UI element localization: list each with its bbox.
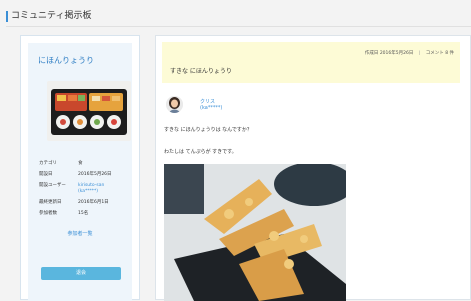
post-header: 作成日 2016年5月26日 | コメント 8 件 すきな にほんりょうり (162, 42, 460, 83)
info-label: 開設ユーザー (39, 183, 66, 188)
post-body-line: すきな にほんりょうりは なんですか？ (164, 127, 252, 133)
created-date: 2016年5月26日 (379, 51, 414, 56)
members-list-link[interactable]: 参加者一覧 (28, 230, 132, 237)
comment-count[interactable]: コメント 8 件 (426, 51, 454, 56)
info-value: 15名 (78, 211, 89, 216)
created-label: 作成日 (364, 51, 379, 56)
meta-separator: | (418, 51, 421, 56)
creator-id[interactable]: (ka*****) (78, 189, 138, 195)
info-label: 最終更新日 (39, 200, 62, 205)
header-divider (6, 26, 471, 27)
info-value: 2016年6月1日 (78, 200, 109, 205)
leave-button[interactable]: 退会 (41, 267, 121, 280)
post-body-line: わたしは てんぷらが すきです。 (164, 149, 237, 155)
info-label: 開設日 (39, 172, 53, 177)
author-id[interactable]: (ka*****) (200, 105, 222, 111)
post-panel: 作成日 2016年5月26日 | コメント 8 件 すきな にほんりょうり クリ… (155, 35, 471, 301)
info-value: 2016年5月26日 (78, 172, 112, 177)
community-name[interactable]: にほんりょうり (38, 55, 94, 66)
info-value: 食 (78, 161, 83, 166)
community-photo (47, 81, 131, 141)
tempura-photo (164, 164, 346, 301)
post-title: すきな にほんりょうり (170, 68, 232, 75)
page-title: コミュニティ掲示板 (6, 11, 91, 22)
community-sidebar: にほんりょうり カテゴリ 食 開設日 2016年5月26日 開設ユーザー kir… (20, 35, 140, 301)
avatar[interactable] (166, 96, 183, 113)
post-meta: 作成日 2016年5月26日 | コメント 8 件 (365, 50, 454, 56)
author-name[interactable]: クリス (200, 98, 215, 105)
info-label: カテゴリ (39, 161, 57, 166)
community-info-panel: にほんりょうり カテゴリ 食 開設日 2016年5月26日 開設ユーザー kir… (28, 43, 132, 301)
info-label: 参加者数 (39, 211, 57, 216)
